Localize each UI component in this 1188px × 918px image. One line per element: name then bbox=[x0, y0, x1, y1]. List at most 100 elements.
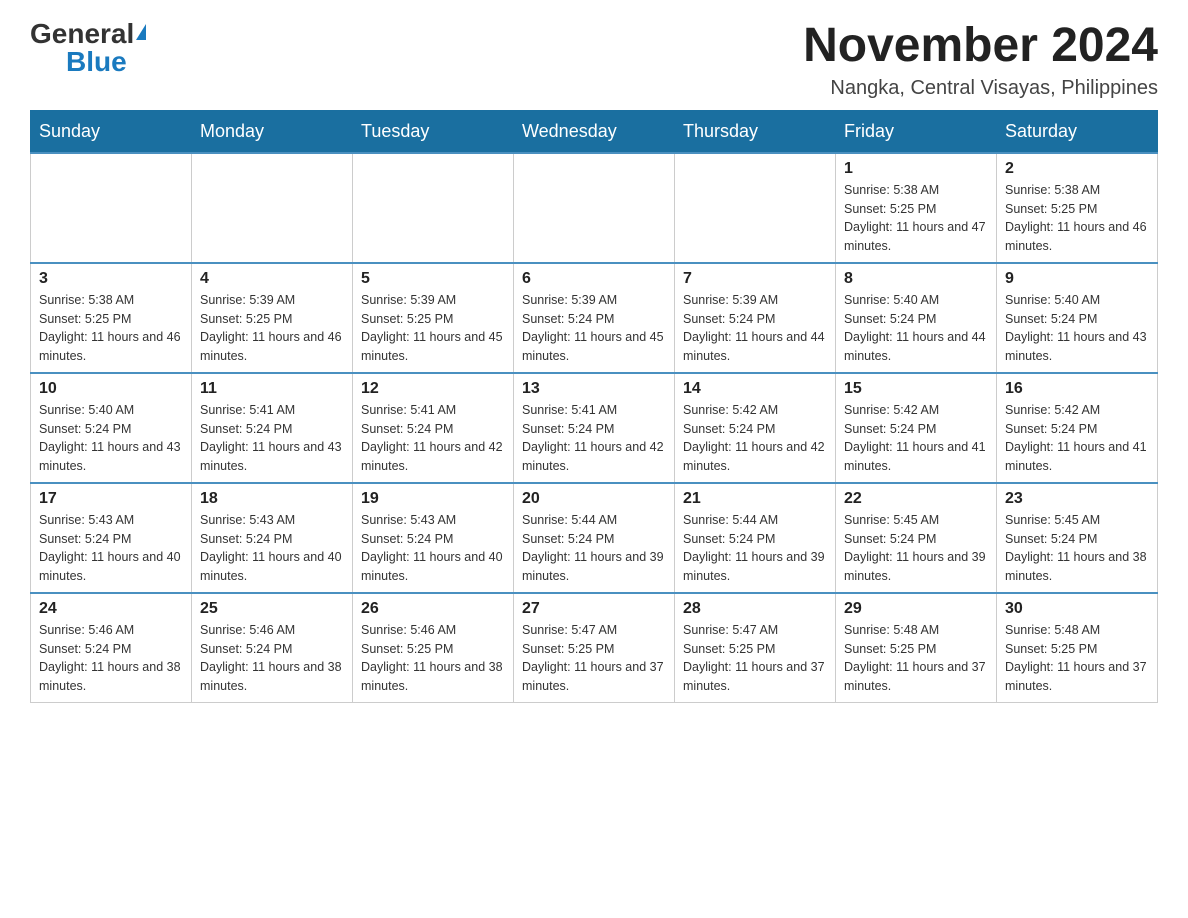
day-number: 19 bbox=[361, 490, 505, 508]
day-info: Sunrise: 5:38 AM Sunset: 5:25 PM Dayligh… bbox=[1005, 181, 1149, 256]
day-info: Sunrise: 5:46 AM Sunset: 5:24 PM Dayligh… bbox=[200, 621, 344, 696]
calendar-cell: 2 Sunrise: 5:38 AM Sunset: 5:25 PM Daylig… bbox=[997, 153, 1158, 263]
day-header-monday: Monday bbox=[192, 110, 353, 153]
day-info: Sunrise: 5:42 AM Sunset: 5:24 PM Dayligh… bbox=[1005, 401, 1149, 476]
day-number: 4 bbox=[200, 270, 344, 288]
day-number: 8 bbox=[844, 270, 988, 288]
calendar-cell: 6 Sunrise: 5:39 AM Sunset: 5:24 PM Daylig… bbox=[514, 263, 675, 373]
day-number: 28 bbox=[683, 600, 827, 618]
day-number: 12 bbox=[361, 380, 505, 398]
day-info: Sunrise: 5:38 AM Sunset: 5:25 PM Dayligh… bbox=[844, 181, 988, 256]
day-info: Sunrise: 5:40 AM Sunset: 5:24 PM Dayligh… bbox=[1005, 291, 1149, 366]
day-header-thursday: Thursday bbox=[675, 110, 836, 153]
calendar-cell: 19 Sunrise: 5:43 AM Sunset: 5:24 PM Dayli… bbox=[353, 483, 514, 593]
day-header-saturday: Saturday bbox=[997, 110, 1158, 153]
day-number: 29 bbox=[844, 600, 988, 618]
day-number: 27 bbox=[522, 600, 666, 618]
day-info: Sunrise: 5:39 AM Sunset: 5:25 PM Dayligh… bbox=[361, 291, 505, 366]
day-number: 14 bbox=[683, 380, 827, 398]
calendar-cell: 18Sunrise: 5:43 AM Sunset: 5:24 PM Dayli… bbox=[192, 483, 353, 593]
calendar-week-row: 24 Sunrise: 5:46 AM Sunset: 5:24 PM Dayli… bbox=[31, 593, 1158, 703]
calendar-cell bbox=[31, 153, 192, 263]
calendar-cell bbox=[192, 153, 353, 263]
day-number: 13 bbox=[522, 380, 666, 398]
calendar-cell: 5 Sunrise: 5:39 AM Sunset: 5:25 PM Daylig… bbox=[353, 263, 514, 373]
day-number: 25 bbox=[200, 600, 344, 618]
day-number: 22 bbox=[844, 490, 988, 508]
day-number: 26 bbox=[361, 600, 505, 618]
calendar-cell: 21Sunrise: 5:44 AM Sunset: 5:24 PM Dayli… bbox=[675, 483, 836, 593]
logo-blue-text: Blue bbox=[66, 48, 127, 76]
calendar-cell: 16 Sunrise: 5:42 AM Sunset: 5:24 PM Dayli… bbox=[997, 373, 1158, 483]
day-info: Sunrise: 5:40 AM Sunset: 5:24 PM Dayligh… bbox=[844, 291, 988, 366]
day-info: Sunrise: 5:43 AM Sunset: 5:24 PM Dayligh… bbox=[39, 511, 183, 586]
day-header-wednesday: Wednesday bbox=[514, 110, 675, 153]
calendar-cell: 13Sunrise: 5:41 AM Sunset: 5:24 PM Dayli… bbox=[514, 373, 675, 483]
calendar-cell: 24 Sunrise: 5:46 AM Sunset: 5:24 PM Dayli… bbox=[31, 593, 192, 703]
calendar-cell: 1 Sunrise: 5:38 AM Sunset: 5:25 PM Daylig… bbox=[836, 153, 997, 263]
day-info: Sunrise: 5:45 AM Sunset: 5:24 PM Dayligh… bbox=[844, 511, 988, 586]
logo: General Blue bbox=[30, 20, 146, 76]
day-header-tuesday: Tuesday bbox=[353, 110, 514, 153]
day-info: Sunrise: 5:42 AM Sunset: 5:24 PM Dayligh… bbox=[844, 401, 988, 476]
calendar-cell: 4 Sunrise: 5:39 AM Sunset: 5:25 PM Daylig… bbox=[192, 263, 353, 373]
day-number: 16 bbox=[1005, 380, 1149, 398]
day-info: Sunrise: 5:42 AM Sunset: 5:24 PM Dayligh… bbox=[683, 401, 827, 476]
calendar-cell: 3 Sunrise: 5:38 AM Sunset: 5:25 PM Daylig… bbox=[31, 263, 192, 373]
day-info: Sunrise: 5:46 AM Sunset: 5:25 PM Dayligh… bbox=[361, 621, 505, 696]
logo-triangle-icon bbox=[136, 24, 146, 40]
calendar-cell: 22 Sunrise: 5:45 AM Sunset: 5:24 PM Dayli… bbox=[836, 483, 997, 593]
calendar-cell: 23Sunrise: 5:45 AM Sunset: 5:24 PM Dayli… bbox=[997, 483, 1158, 593]
calendar-cell: 17 Sunrise: 5:43 AM Sunset: 5:24 PM Dayli… bbox=[31, 483, 192, 593]
calendar-cell: 7 Sunrise: 5:39 AM Sunset: 5:24 PM Daylig… bbox=[675, 263, 836, 373]
day-number: 23 bbox=[1005, 490, 1149, 508]
day-info: Sunrise: 5:39 AM Sunset: 5:25 PM Dayligh… bbox=[200, 291, 344, 366]
calendar-cell: 9Sunrise: 5:40 AM Sunset: 5:24 PM Daylig… bbox=[997, 263, 1158, 373]
day-info: Sunrise: 5:46 AM Sunset: 5:24 PM Dayligh… bbox=[39, 621, 183, 696]
calendar-cell: 15 Sunrise: 5:42 AM Sunset: 5:24 PM Dayli… bbox=[836, 373, 997, 483]
day-info: Sunrise: 5:41 AM Sunset: 5:24 PM Dayligh… bbox=[361, 401, 505, 476]
day-info: Sunrise: 5:39 AM Sunset: 5:24 PM Dayligh… bbox=[683, 291, 827, 366]
calendar-week-row: 1 Sunrise: 5:38 AM Sunset: 5:25 PM Daylig… bbox=[31, 153, 1158, 263]
day-number: 24 bbox=[39, 600, 183, 618]
day-number: 18 bbox=[200, 490, 344, 508]
calendar-cell: 14 Sunrise: 5:42 AM Sunset: 5:24 PM Dayli… bbox=[675, 373, 836, 483]
calendar-cell: 25 Sunrise: 5:46 AM Sunset: 5:24 PM Dayli… bbox=[192, 593, 353, 703]
day-number: 1 bbox=[844, 160, 988, 178]
calendar-cell bbox=[675, 153, 836, 263]
calendar-cell: 30Sunrise: 5:48 AM Sunset: 5:25 PM Dayli… bbox=[997, 593, 1158, 703]
title-area: November 2024 Nangka, Central Visayas, P… bbox=[803, 20, 1158, 100]
day-info: Sunrise: 5:38 AM Sunset: 5:25 PM Dayligh… bbox=[39, 291, 183, 366]
day-info: Sunrise: 5:43 AM Sunset: 5:24 PM Dayligh… bbox=[361, 511, 505, 586]
calendar-cell: 10 Sunrise: 5:40 AM Sunset: 5:24 PM Dayli… bbox=[31, 373, 192, 483]
calendar-cell: 11Sunrise: 5:41 AM Sunset: 5:24 PM Dayli… bbox=[192, 373, 353, 483]
day-number: 15 bbox=[844, 380, 988, 398]
day-number: 21 bbox=[683, 490, 827, 508]
day-number: 10 bbox=[39, 380, 183, 398]
calendar-cell: 26 Sunrise: 5:46 AM Sunset: 5:25 PM Dayli… bbox=[353, 593, 514, 703]
calendar-week-row: 17 Sunrise: 5:43 AM Sunset: 5:24 PM Dayli… bbox=[31, 483, 1158, 593]
day-number: 7 bbox=[683, 270, 827, 288]
day-number: 6 bbox=[522, 270, 666, 288]
day-info: Sunrise: 5:47 AM Sunset: 5:25 PM Dayligh… bbox=[683, 621, 827, 696]
calendar-cell: 29 Sunrise: 5:48 AM Sunset: 5:25 PM Dayli… bbox=[836, 593, 997, 703]
day-header-friday: Friday bbox=[836, 110, 997, 153]
calendar-week-row: 3 Sunrise: 5:38 AM Sunset: 5:25 PM Daylig… bbox=[31, 263, 1158, 373]
day-number: 20 bbox=[522, 490, 666, 508]
calendar-cell: 20Sunrise: 5:44 AM Sunset: 5:24 PM Dayli… bbox=[514, 483, 675, 593]
calendar-header-row: SundayMondayTuesdayWednesdayThursdayFrid… bbox=[31, 110, 1158, 153]
day-number: 5 bbox=[361, 270, 505, 288]
calendar-subtitle: Nangka, Central Visayas, Philippines bbox=[803, 77, 1158, 100]
calendar-cell bbox=[514, 153, 675, 263]
day-info: Sunrise: 5:40 AM Sunset: 5:24 PM Dayligh… bbox=[39, 401, 183, 476]
calendar-table: SundayMondayTuesdayWednesdayThursdayFrid… bbox=[30, 110, 1158, 703]
day-info: Sunrise: 5:39 AM Sunset: 5:24 PM Dayligh… bbox=[522, 291, 666, 366]
calendar-cell: 12 Sunrise: 5:41 AM Sunset: 5:24 PM Dayli… bbox=[353, 373, 514, 483]
day-number: 17 bbox=[39, 490, 183, 508]
day-number: 3 bbox=[39, 270, 183, 288]
calendar-title: November 2024 bbox=[803, 20, 1158, 73]
day-info: Sunrise: 5:48 AM Sunset: 5:25 PM Dayligh… bbox=[844, 621, 988, 696]
calendar-cell: 8 Sunrise: 5:40 AM Sunset: 5:24 PM Daylig… bbox=[836, 263, 997, 373]
page-header: General Blue November 2024 Nangka, Centr… bbox=[30, 20, 1158, 100]
day-number: 2 bbox=[1005, 160, 1149, 178]
